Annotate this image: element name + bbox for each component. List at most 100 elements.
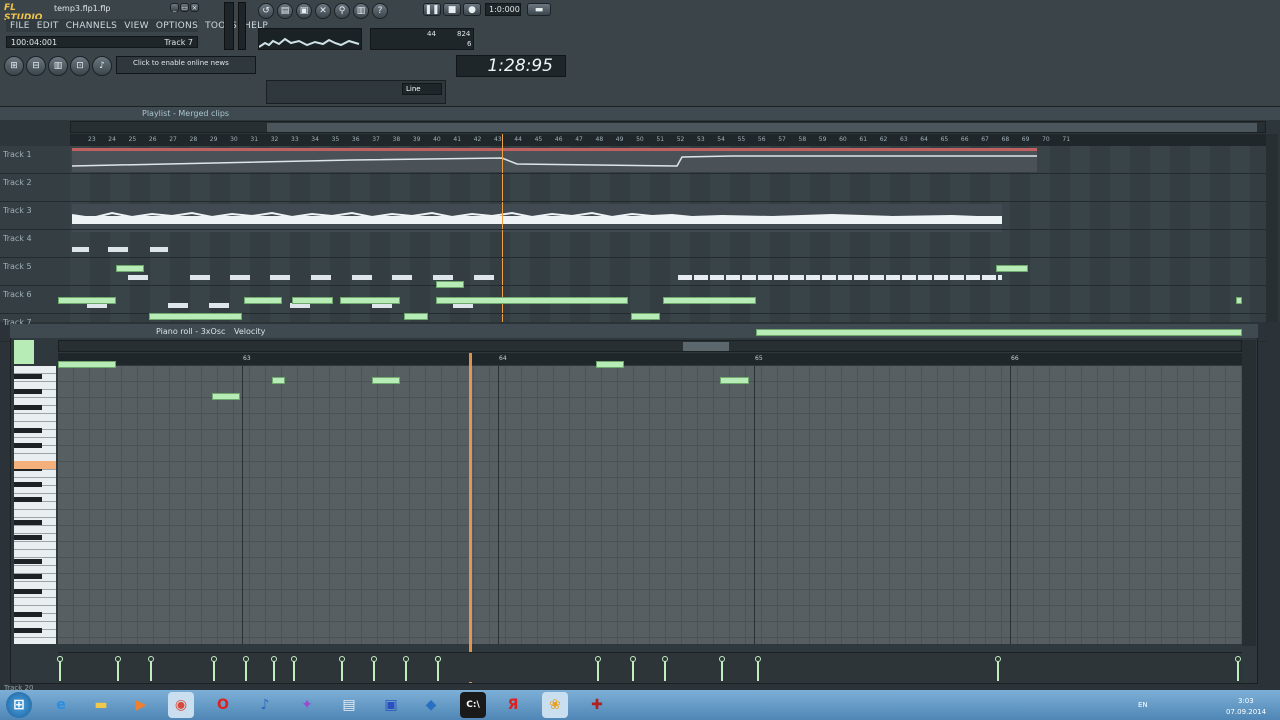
black-key[interactable]: [14, 496, 42, 502]
folder-icon[interactable]: ◆: [418, 692, 444, 718]
explorer-icon[interactable]: ▬: [88, 692, 114, 718]
black-key[interactable]: [14, 589, 42, 595]
track-label[interactable]: Track 5: [3, 262, 32, 271]
menu-channels[interactable]: CHANNELS: [66, 21, 118, 31]
velocity-bar[interactable]: [292, 660, 295, 681]
browser-button[interactable]: ⚲: [334, 3, 350, 19]
velocity-handle[interactable]: [1234, 656, 1241, 662]
velocity-handle[interactable]: [114, 656, 121, 662]
black-key[interactable]: [14, 443, 42, 448]
velocity-bar[interactable]: [212, 660, 215, 681]
restore-button[interactable]: ▭: [180, 3, 189, 12]
note[interactable]: [58, 297, 116, 304]
velocity-handle[interactable]: [370, 656, 377, 662]
velocity-bar[interactable]: [663, 660, 666, 681]
track-5-clip[interactable]: [270, 275, 290, 280]
fl-studio-icon[interactable]: ❀: [542, 692, 568, 718]
undo-button[interactable]: ↺: [258, 3, 274, 19]
start-button[interactable]: ⊞: [6, 692, 32, 718]
toolbar-btn-2[interactable]: ⊟: [26, 56, 46, 76]
velocity-bar[interactable]: [372, 660, 375, 681]
pattern-selector[interactable]: ▬: [527, 3, 551, 16]
track-label[interactable]: Track 4: [3, 234, 32, 243]
velocity-bar[interactable]: [756, 660, 759, 681]
black-key[interactable]: [14, 520, 42, 525]
note[interactable]: [595, 361, 625, 368]
pianoroll-mode[interactable]: Velocity: [234, 327, 265, 336]
notes-icon[interactable]: ▤: [336, 692, 362, 718]
note[interactable]: [115, 265, 145, 272]
pianoroll-scrollbar[interactable]: [58, 340, 1242, 352]
pianoroll-scroll-thumb[interactable]: [683, 342, 729, 351]
terminal-icon[interactable]: C:\: [460, 692, 486, 718]
master-pitch[interactable]: [238, 2, 246, 50]
velocity-handle[interactable]: [242, 656, 249, 662]
save-button[interactable]: ▤: [277, 3, 293, 19]
velocity-handle[interactable]: [402, 656, 409, 662]
track-5-clip[interactable]: [311, 275, 331, 280]
note[interactable]: [435, 297, 628, 304]
black-key[interactable]: [14, 389, 42, 395]
velocity-handle[interactable]: [434, 656, 441, 662]
note[interactable]: [339, 297, 401, 304]
velocity-bar[interactable]: [721, 660, 724, 681]
snap-select[interactable]: Line: [402, 83, 442, 95]
app-icon[interactable]: ✦: [294, 692, 320, 718]
note[interactable]: [403, 313, 428, 320]
note[interactable]: [58, 361, 116, 368]
floppy-icon[interactable]: ▣: [378, 692, 404, 718]
playlist-scrollbar[interactable]: [70, 121, 1266, 133]
menu-view[interactable]: VIEW: [124, 21, 149, 31]
black-key[interactable]: [14, 612, 42, 618]
velocity-bar[interactable]: [273, 660, 276, 681]
velocity-bar[interactable]: [340, 660, 343, 681]
toolbar-btn-4[interactable]: ⊡: [70, 56, 90, 76]
velocity-handle[interactable]: [147, 656, 154, 662]
tool-icon[interactable]: ✚: [584, 692, 610, 718]
minimize-button[interactable]: _: [170, 3, 179, 12]
ie-icon[interactable]: e: [48, 692, 74, 718]
black-key[interactable]: [14, 404, 42, 410]
note[interactable]: [630, 313, 660, 320]
master-fader[interactable]: [224, 2, 234, 50]
note-grid[interactable]: [58, 366, 1242, 644]
black-key[interactable]: [14, 427, 42, 433]
media-player-icon[interactable]: ▶: [128, 692, 154, 718]
note[interactable]: [291, 297, 334, 304]
black-key[interactable]: [14, 535, 42, 541]
channel-button[interactable]: ▥: [353, 3, 369, 19]
velocity-handle[interactable]: [661, 656, 668, 662]
toolbar-btn-1[interactable]: ⊞: [4, 56, 24, 76]
language-indicator[interactable]: EN: [1138, 701, 1148, 709]
velocity-bar[interactable]: [596, 660, 599, 681]
pianoroll-right-scrollbar[interactable]: [1242, 340, 1256, 646]
velocity-bar[interactable]: [116, 660, 119, 681]
clock-time[interactable]: 3:03: [1238, 697, 1254, 705]
velocity-handle[interactable]: [290, 656, 297, 662]
note[interactable]: [148, 313, 242, 320]
opera-icon[interactable]: O: [210, 692, 236, 718]
velocity-bar[interactable]: [996, 660, 999, 681]
menu-file[interactable]: FILE: [10, 21, 30, 31]
note[interactable]: [720, 377, 750, 384]
velocity-bar[interactable]: [404, 660, 407, 681]
chrome-icon[interactable]: ◉: [168, 692, 194, 718]
velocity-handle[interactable]: [629, 656, 636, 662]
velocity-handle[interactable]: [754, 656, 761, 662]
velocity-bar[interactable]: [436, 660, 439, 681]
online-news-bar[interactable]: Click to enable online news: [116, 56, 256, 74]
playlist-right-scrollbar[interactable]: [1266, 134, 1278, 322]
velocity-lane[interactable]: [58, 652, 1242, 682]
clock-date[interactable]: 07.09.2014: [1226, 708, 1266, 716]
velocity-handle[interactable]: [210, 656, 217, 662]
track-4-clip[interactable]: [72, 247, 89, 252]
velocity-bar[interactable]: [1236, 660, 1239, 681]
note[interactable]: [243, 297, 282, 304]
track-5-clip-long[interactable]: [678, 275, 1002, 280]
note-color-swatch[interactable]: [14, 340, 34, 364]
track-5-clip[interactable]: [352, 275, 372, 280]
track-5-clip[interactable]: [392, 275, 412, 280]
velocity-handle[interactable]: [338, 656, 345, 662]
track-4-clip[interactable]: [150, 247, 168, 252]
velocity-bar[interactable]: [149, 660, 152, 681]
